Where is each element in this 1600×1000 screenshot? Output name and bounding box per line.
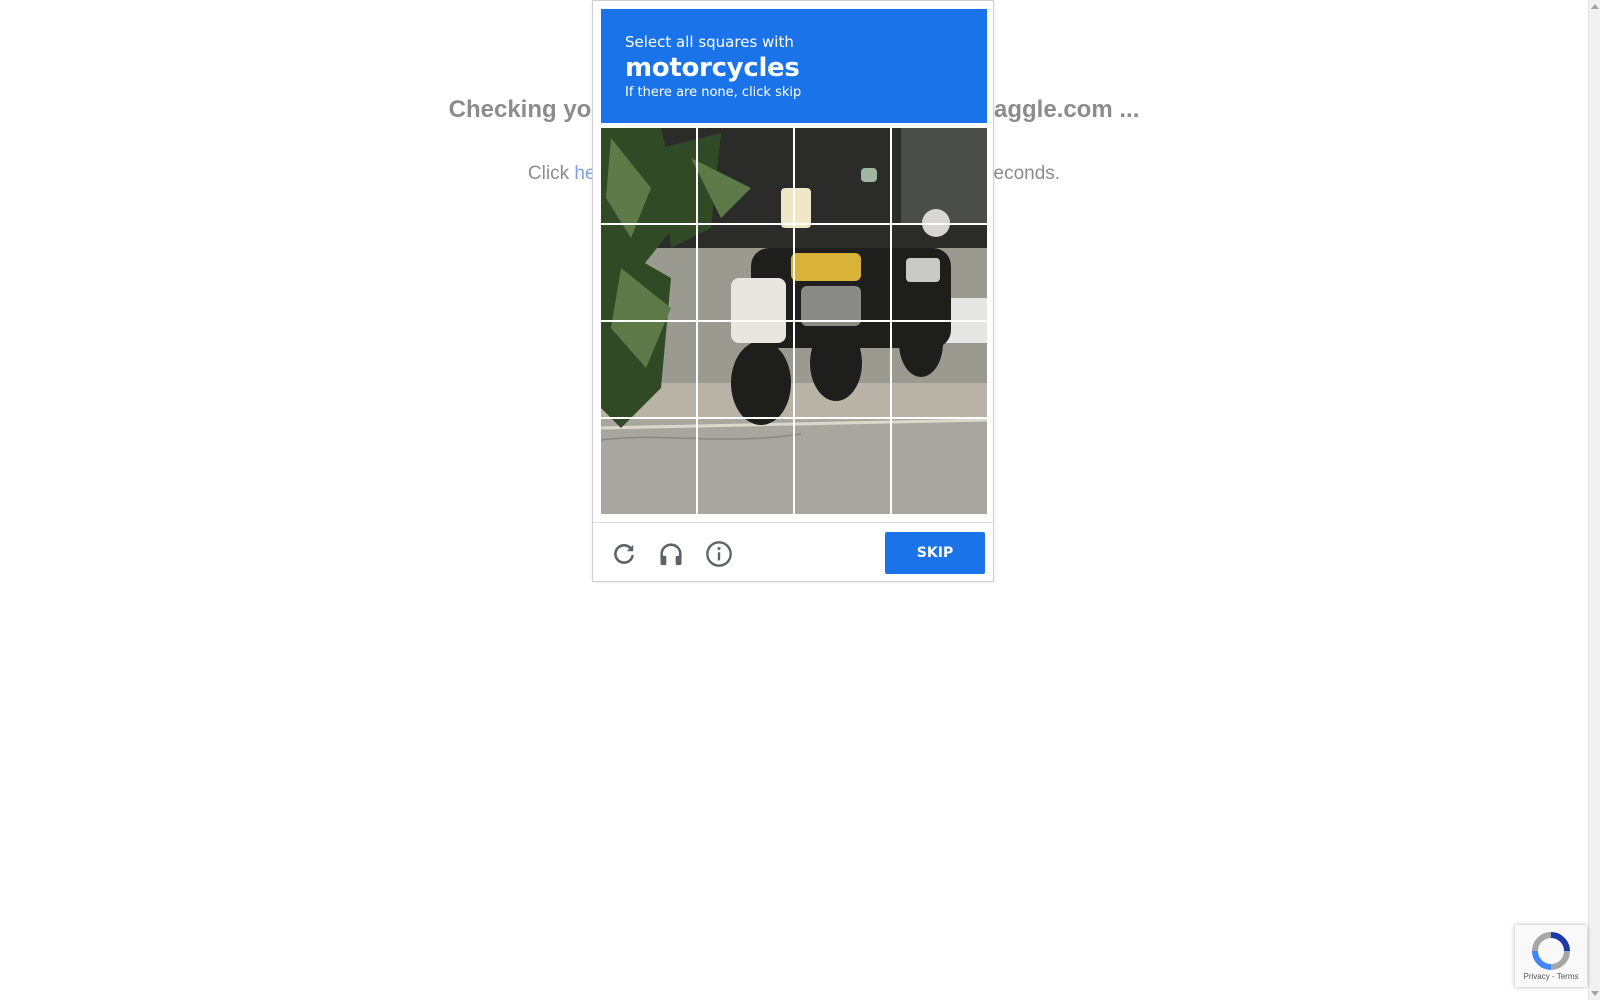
heading-text-start: Checking you [448,96,606,123]
image-tile[interactable] [795,225,890,320]
image-tile[interactable] [795,322,890,417]
challenge-instruction: Select all squares with [625,33,794,51]
challenge-hint: If there are none, click skip [625,85,802,100]
badge-links: Privacy - Terms [1515,972,1587,981]
image-tile[interactable] [698,419,793,514]
scroll-up-arrow-icon[interactable] [1591,4,1599,9]
image-tile[interactable] [698,128,793,223]
recaptcha-challenge-dialog: Select all squares with motorcycles If t… [592,0,994,582]
recaptcha-logo-icon [1531,931,1571,971]
heading-text-end: aggle.com ... [993,96,1140,123]
image-tile[interactable] [601,225,696,320]
image-tile[interactable] [795,128,890,223]
info-icon[interactable] [704,539,734,569]
reload-icon[interactable] [609,539,639,569]
challenge-image-grid [601,128,987,514]
image-tile[interactable] [892,419,987,514]
page-scrollbar[interactable] [1588,0,1600,1000]
badge-link-separator: - [1549,972,1557,981]
recaptcha-badge[interactable]: Privacy - Terms [1515,925,1587,987]
subtext-end: econds. [993,163,1061,184]
image-tile[interactable] [601,419,696,514]
image-tile[interactable] [892,128,987,223]
image-tile[interactable] [601,322,696,417]
subtext-start: Click [527,163,575,184]
image-tile[interactable] [892,322,987,417]
image-tile[interactable] [795,419,890,514]
challenge-header: Select all squares with motorcycles If t… [601,9,987,123]
image-tile[interactable] [698,225,793,320]
audio-challenge-icon[interactable] [656,539,686,569]
scroll-down-arrow-icon[interactable] [1591,991,1599,996]
terms-link[interactable]: Terms [1557,972,1579,981]
image-tile[interactable] [698,322,793,417]
privacy-link[interactable]: Privacy [1524,972,1550,981]
footer-divider [593,522,993,523]
image-tile[interactable] [892,225,987,320]
challenge-target: motorcycles [625,53,800,83]
image-tile[interactable] [601,128,696,223]
skip-button[interactable]: SKIP [885,532,985,574]
